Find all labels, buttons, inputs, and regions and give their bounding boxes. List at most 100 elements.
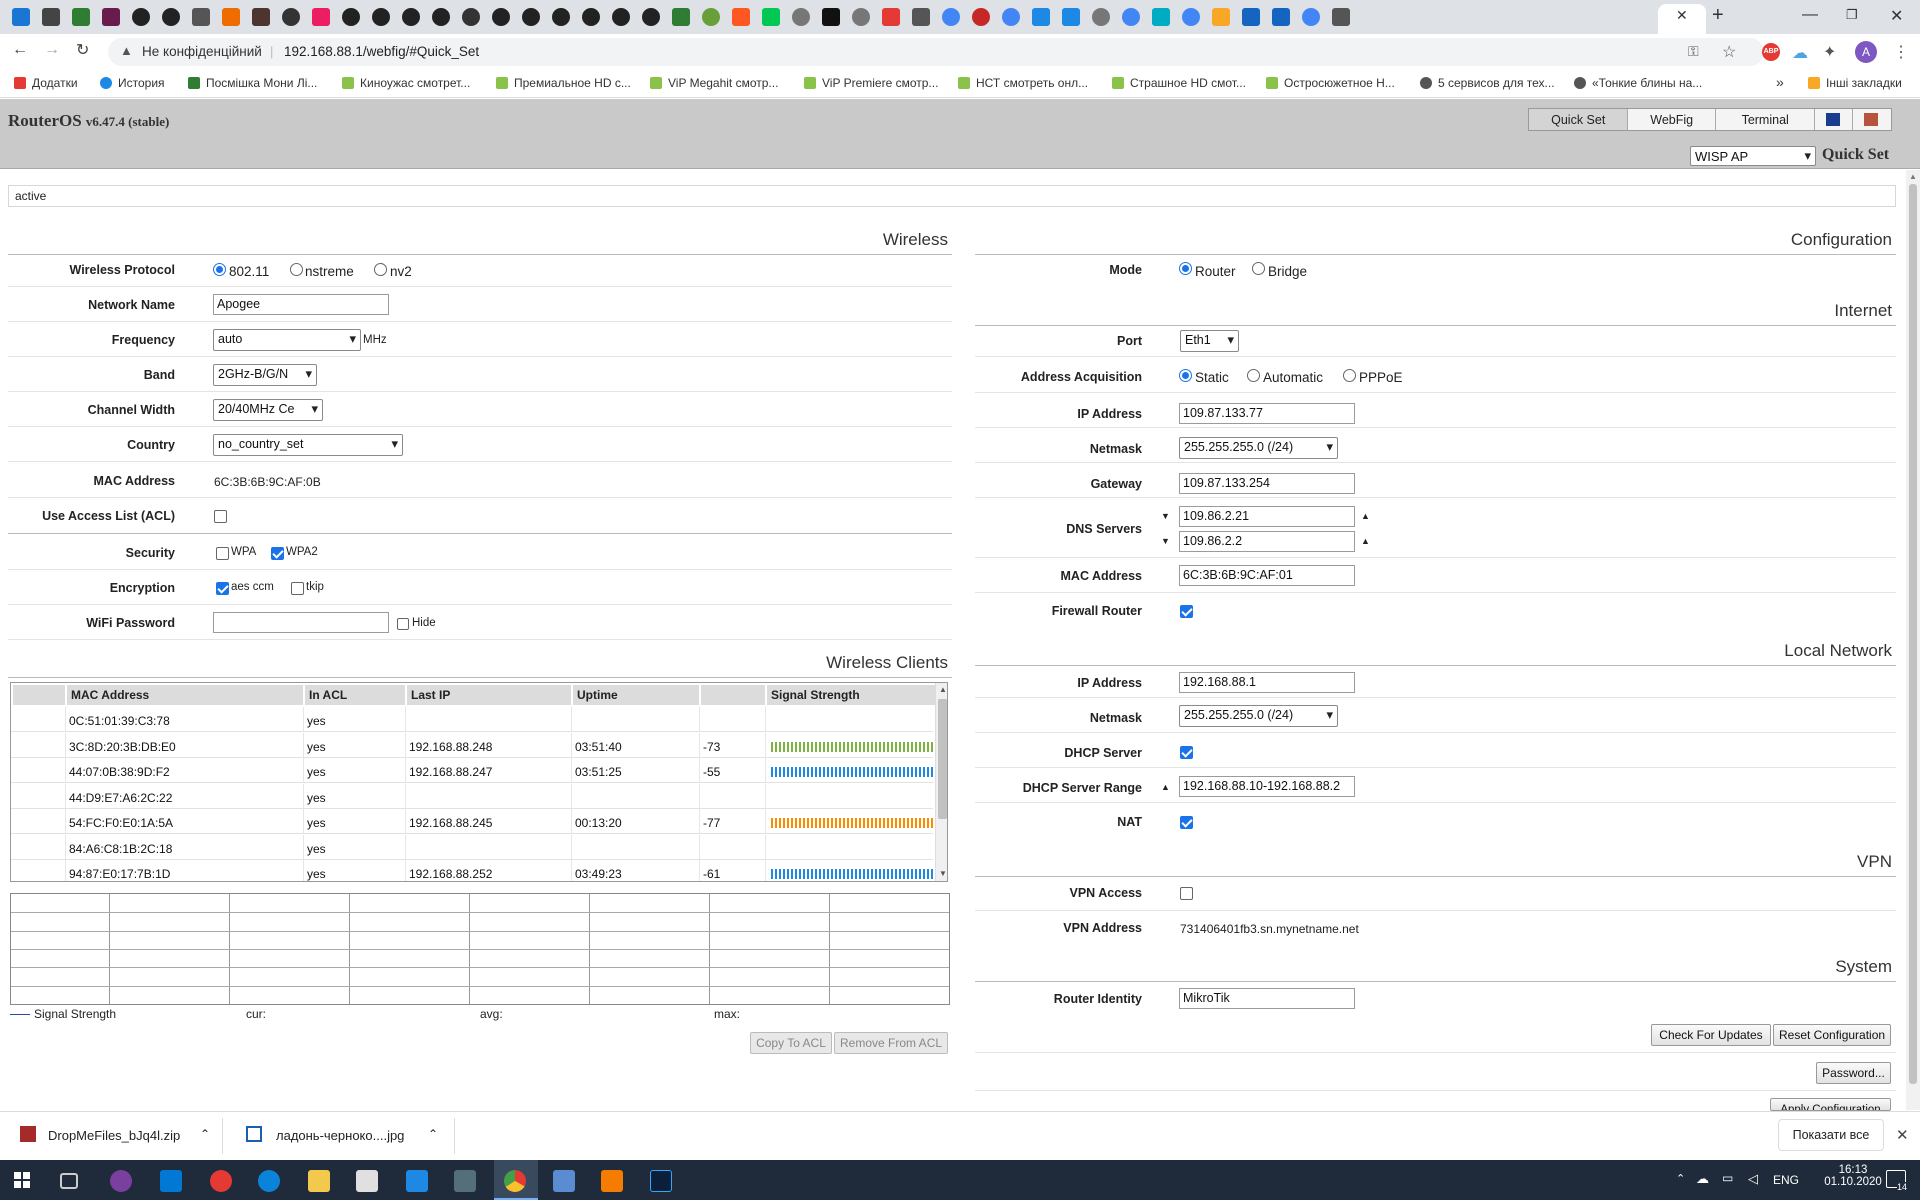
wan-netmask-select[interactable]: 255.255.255.0 (/24)	[1179, 437, 1338, 459]
store-taskbar-icon[interactable]	[356, 1170, 378, 1192]
network-name-input[interactable]: Apogee	[213, 294, 389, 315]
scroll-up-icon[interactable]: ▲	[939, 685, 947, 694]
table-header-signal[interactable]: Signal Strength	[767, 685, 939, 705]
bookmark-item[interactable]: Посмішка Мони Лі...	[188, 76, 317, 90]
other-bookmarks[interactable]: Інші закладки	[1808, 76, 1902, 90]
dns1-input[interactable]: 109.86.2.21	[1179, 506, 1355, 527]
lan-ip-input[interactable]: 192.168.88.1	[1179, 672, 1355, 693]
wan-mac-input[interactable]: 6C:3B:6B:9C:AF:01	[1179, 565, 1355, 586]
download-file1[interactable]: DropMeFiles_bJq4l.zip	[48, 1128, 180, 1143]
chevron-up-icon[interactable]: ⌃	[200, 1127, 210, 1141]
dns2-up-icon[interactable]: ▲	[1361, 536, 1370, 546]
chrome-taskbar-icon[interactable]	[504, 1170, 526, 1192]
minimize-icon[interactable]: —	[1802, 6, 1818, 24]
github-tab-icon[interactable]	[162, 8, 180, 26]
scroll-thumb[interactable]	[938, 699, 947, 819]
tab-favicon-icon[interactable]	[1212, 8, 1230, 26]
table-header-mac[interactable]: MAC Address	[67, 685, 303, 705]
nav-terminal[interactable]: Terminal	[1715, 109, 1816, 130]
wan-ip-input[interactable]: 109.87.133.77	[1179, 403, 1355, 424]
table-row[interactable]: 44:07:0B:38:9D:F2 yes 192.168.88.247 03:51:…	[11, 758, 935, 783]
channel-width-select[interactable]: 20/40MHz Ce	[213, 399, 323, 421]
tab-favicon-icon[interactable]	[702, 8, 720, 26]
youtube-tab-icon[interactable]	[882, 8, 900, 26]
tab-favicon-icon[interactable]	[1032, 8, 1050, 26]
tab-favicon-icon[interactable]	[1152, 8, 1170, 26]
github-tab-icon[interactable]	[552, 8, 570, 26]
tab-favicon-icon[interactable]	[852, 8, 870, 26]
taskbar-app-icon[interactable]	[110, 1170, 132, 1192]
github-tab-icon[interactable]	[432, 8, 450, 26]
tab-favicon-icon[interactable]	[1242, 8, 1260, 26]
dns1-down-icon[interactable]: ▼	[1161, 511, 1170, 521]
calculator-taskbar-icon[interactable]	[454, 1170, 476, 1192]
dhcp-range-input[interactable]: 192.168.88.10-192.168.88.2	[1179, 776, 1355, 797]
table-header-acl[interactable]: In ACL	[305, 685, 405, 705]
tab-favicon-icon[interactable]	[762, 8, 780, 26]
github-tab-icon[interactable]	[492, 8, 510, 26]
mail-taskbar-icon[interactable]	[406, 1170, 428, 1192]
table-header-uptime[interactable]: Uptime	[573, 685, 699, 705]
tab-favicon-icon[interactable]	[912, 8, 930, 26]
key-icon[interactable]: ⚿	[1688, 43, 1699, 60]
google-tab-icon[interactable]	[1302, 8, 1320, 26]
bookmark-item[interactable]: Киноужас смотрет...	[342, 76, 470, 90]
onedrive-icon[interactable]: ☁	[1696, 1171, 1709, 1187]
protocol-80211-radio[interactable]	[213, 263, 226, 276]
restore-icon[interactable]: ❐	[1846, 7, 1858, 23]
table-header-ip[interactable]: Last IP	[407, 685, 571, 705]
tab-favicon-icon[interactable]	[792, 8, 810, 26]
nav-quickset[interactable]: Quick Set	[1529, 109, 1629, 130]
bookmark-item[interactable]: 5 сервисов для тех...	[1420, 76, 1555, 90]
warning-icon[interactable]: ▲	[120, 43, 133, 58]
dhcp-server-checkbox[interactable]	[1180, 746, 1193, 759]
wifi-password-input[interactable]	[213, 612, 389, 633]
tab-favicon-icon[interactable]	[12, 8, 30, 26]
tkip-checkbox[interactable]	[291, 582, 304, 595]
language-indicator[interactable]: ENG	[1773, 1173, 1799, 1187]
show-all-downloads-button[interactable]: Показати все	[1778, 1119, 1884, 1151]
frequency-select[interactable]: auto	[213, 329, 361, 351]
reload-icon[interactable]: ↻	[76, 40, 89, 60]
scroll-down-icon[interactable]: ▼	[939, 869, 947, 878]
address-bar[interactable]: ▲ Не конфіденційний | 192.168.88.1/webfi…	[108, 38, 1764, 66]
menu-icon[interactable]: ⋮	[1893, 42, 1909, 62]
protocol-nv2-radio[interactable]	[374, 263, 387, 276]
hide-password-checkbox[interactable]	[397, 618, 409, 630]
chevron-up-icon[interactable]: ⌃	[428, 1127, 438, 1141]
tab-favicon-icon[interactable]	[1272, 8, 1290, 26]
github-tab-icon[interactable]	[642, 8, 660, 26]
port-select[interactable]: Eth1	[1180, 330, 1239, 352]
nat-checkbox[interactable]	[1180, 816, 1193, 829]
table-scrollbar[interactable]: ▲ ▼	[935, 683, 947, 881]
task-view-icon[interactable]	[60, 1173, 78, 1189]
dns2-down-icon[interactable]: ▼	[1161, 536, 1170, 546]
check-for-updates-button[interactable]: Check For Updates	[1651, 1024, 1771, 1046]
bookmark-item[interactable]: «Тонкие блины на...	[1574, 76, 1702, 90]
remove-from-acl-button[interactable]: Remove From ACL	[834, 1032, 948, 1054]
table-header-signal-value[interactable]	[701, 685, 765, 705]
wpa2-checkbox[interactable]	[271, 547, 284, 560]
router-identity-input[interactable]: MikroTik	[1179, 988, 1355, 1009]
table-row[interactable]: 44:D9:E7:A6:2C:22 yes	[11, 783, 933, 809]
extensions-icon[interactable]: ✦	[1823, 42, 1836, 62]
dhcp-range-up-icon[interactable]: ▲	[1161, 782, 1170, 792]
dns2-input[interactable]: 109.86.2.2	[1179, 531, 1355, 552]
table-row[interactable]: 84:A6:C8:1B:2C:18 yes	[11, 834, 933, 860]
explorer-taskbar-icon[interactable]	[308, 1170, 330, 1192]
star-icon[interactable]: ☆	[1722, 42, 1736, 62]
adblock-icon[interactable]: ABP	[1762, 43, 1780, 61]
cloud-extension-icon[interactable]: ☁	[1792, 43, 1808, 63]
mode-router-radio[interactable]	[1179, 262, 1192, 275]
apply-configuration-button[interactable]: Apply Configuration	[1770, 1098, 1891, 1111]
google-tab-icon[interactable]	[1182, 8, 1200, 26]
taskbar-app-icon[interactable]	[210, 1170, 232, 1192]
aes-ccm-checkbox[interactable]	[216, 582, 229, 595]
tab-favicon-icon[interactable]	[222, 8, 240, 26]
edge-taskbar-icon[interactable]	[258, 1170, 280, 1192]
taskbar-app-icon[interactable]	[553, 1170, 575, 1192]
bookmark-item[interactable]: ViP Premiere смотр...	[804, 76, 938, 90]
reset-configuration-button[interactable]: Reset Configuration	[1773, 1024, 1891, 1046]
page-scroll-up-icon[interactable]: ▲	[1909, 172, 1917, 181]
photoshop-taskbar-icon[interactable]	[650, 1170, 672, 1192]
